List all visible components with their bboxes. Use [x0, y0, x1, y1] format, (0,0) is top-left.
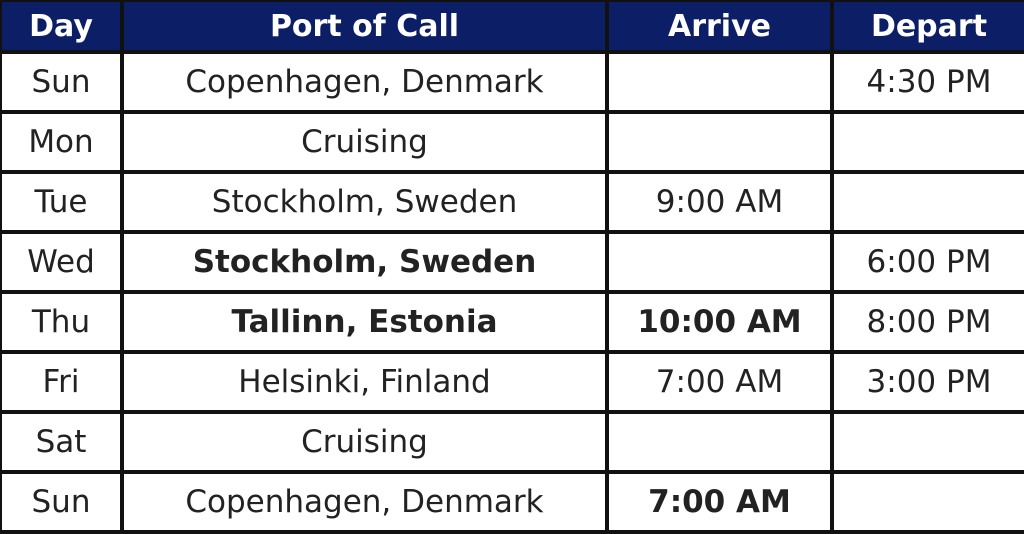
- table-row: Sat Cruising: [0, 410, 1024, 474]
- cell-depart: [830, 410, 1024, 474]
- cell-depart: 8:00 PM: [830, 290, 1024, 354]
- cell-arrive: [605, 410, 834, 474]
- cell-day: Wed: [0, 230, 124, 294]
- table-row: Wed Stockholm, Sweden 6:00 PM: [0, 230, 1024, 294]
- cell-port: Helsinki, Finland: [120, 350, 609, 414]
- cell-day: Fri: [0, 350, 124, 414]
- table-row: Sun Copenhagen, Denmark 4:30 PM: [0, 50, 1024, 114]
- itinerary-table: Day Port of Call Arrive Depart Sun Copenh…: [0, 0, 1024, 534]
- column-header-port: Port of Call: [120, 0, 609, 54]
- cell-arrive: [605, 230, 834, 294]
- cell-day: Sun: [0, 470, 124, 534]
- column-header-depart: Depart: [830, 0, 1024, 54]
- column-header-day: Day: [0, 0, 124, 54]
- cell-day: Sun: [0, 50, 124, 114]
- cell-port: Cruising: [120, 110, 609, 174]
- cell-arrive: 10:00 AM: [605, 290, 834, 354]
- header-row: Day Port of Call Arrive Depart: [0, 0, 1024, 54]
- cell-day: Thu: [0, 290, 124, 354]
- table-row: Tue Stockholm, Sweden 9:00 AM: [0, 170, 1024, 234]
- cell-port: Cruising: [120, 410, 609, 474]
- cell-day: Mon: [0, 110, 124, 174]
- column-header-arrive: Arrive: [605, 0, 834, 54]
- cell-port: Copenhagen, Denmark: [120, 470, 609, 534]
- cell-day: Sat: [0, 410, 124, 474]
- table-row: Sun Copenhagen, Denmark 7:00 AM: [0, 470, 1024, 534]
- cell-depart: [830, 470, 1024, 534]
- cell-depart: [830, 110, 1024, 174]
- cell-port: Copenhagen, Denmark: [120, 50, 609, 114]
- cell-port: Tallinn, Estonia: [120, 290, 609, 354]
- cell-arrive: 7:00 AM: [605, 470, 834, 534]
- cell-port: Stockholm, Sweden: [120, 230, 609, 294]
- cell-arrive: 9:00 AM: [605, 170, 834, 234]
- cell-arrive: [605, 110, 834, 174]
- table-row: Fri Helsinki, Finland 7:00 AM 3:00 PM: [0, 350, 1024, 414]
- cell-depart: [830, 170, 1024, 234]
- cell-depart: 3:00 PM: [830, 350, 1024, 414]
- cell-arrive: [605, 50, 834, 114]
- cell-depart: 4:30 PM: [830, 50, 1024, 114]
- table-row: Mon Cruising: [0, 110, 1024, 174]
- cell-port: Stockholm, Sweden: [120, 170, 609, 234]
- cell-day: Tue: [0, 170, 124, 234]
- table-row: Thu Tallinn, Estonia 10:00 AM 8:00 PM: [0, 290, 1024, 354]
- cell-arrive: 7:00 AM: [605, 350, 834, 414]
- cell-depart: 6:00 PM: [830, 230, 1024, 294]
